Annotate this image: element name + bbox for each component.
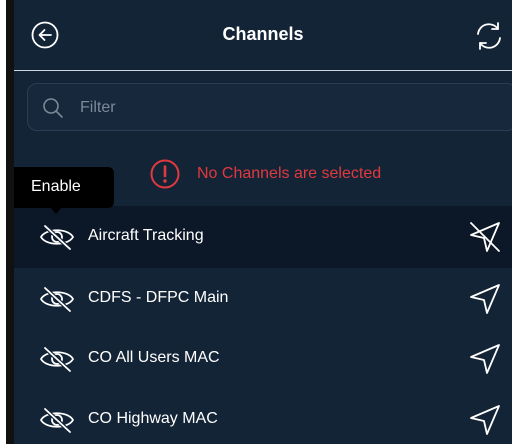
eye-slash-icon[interactable] [39, 406, 75, 434]
channel-row-co-all-users-mac[interactable]: CO All Users MAC [14, 328, 512, 390]
filter-input[interactable] [78, 84, 502, 132]
channel-row-co-highway-mac[interactable]: CO Highway MAC [14, 389, 512, 444]
header-divider [14, 70, 512, 71]
channel-row-aircraft-tracking[interactable]: Aircraft Tracking [14, 206, 512, 268]
eye-slash-icon[interactable] [39, 345, 75, 373]
send-icon[interactable] [468, 403, 502, 437]
no-channels-warning: No Channels are selected [150, 157, 381, 191]
send-icon[interactable] [468, 342, 502, 376]
send-icon[interactable] [468, 282, 502, 316]
channel-name: CO All Users MAC [88, 349, 220, 366]
refresh-icon [477, 22, 501, 50]
channel-name: Aircraft Tracking [88, 227, 204, 244]
channel-name: CO Highway MAC [88, 410, 218, 427]
tooltip-text: Enable [31, 178, 81, 195]
channels-panel: Channels No Channels are selected [14, 0, 512, 444]
eye-slash-icon[interactable] [39, 285, 75, 313]
eye-slash-icon[interactable] [39, 223, 75, 251]
page-title: Channels [222, 24, 304, 44]
channel-name: CDFS - DFPC Main [88, 289, 229, 306]
refresh-button[interactable] [472, 21, 512, 51]
filter-box[interactable] [27, 83, 512, 132]
warning-text: No Channels are selected [197, 165, 382, 182]
send-slash-icon[interactable] [468, 220, 502, 254]
search-icon [43, 98, 63, 118]
tooltip-arrow [49, 206, 63, 214]
enable-tooltip: Enable [14, 167, 114, 208]
exclamation-circle-icon [150, 159, 180, 189]
left-edge-bar [6, 0, 14, 444]
channel-row-cdfs-dfpc-main[interactable]: CDFS - DFPC Main [14, 268, 512, 330]
header: Channels [14, 0, 512, 70]
